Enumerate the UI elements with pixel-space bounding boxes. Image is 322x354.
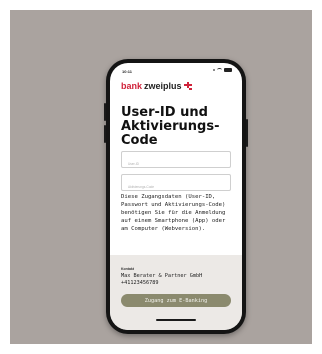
- home-indicator: [156, 319, 196, 321]
- footer: Kontakt Max Berater & Partner GmbH +4112…: [110, 255, 242, 330]
- contact-label: Kontakt: [121, 267, 135, 271]
- status-bar: 10:11: [110, 63, 242, 77]
- contact-name: Max Berater & Partner GmbH: [121, 273, 203, 279]
- power-button: [246, 119, 248, 147]
- brand-logo: bank zweiplus: [121, 81, 192, 91]
- background: 10:11 bank zweiplus User-ID und Aktivier…: [10, 10, 312, 344]
- description-text: Diese Zugangsdaten (User-ID, Passwort un…: [121, 194, 226, 232]
- status-time: 10:11: [122, 69, 133, 74]
- brand-name-part1: bank: [121, 81, 143, 91]
- page-title: User-ID und Aktivierungs-Code: [121, 105, 220, 148]
- phone-screen: 10:11 bank zweiplus User-ID und Aktivier…: [110, 63, 242, 330]
- signal-icon: [213, 69, 215, 71]
- contact-phone[interactable]: +41123456789: [121, 280, 158, 286]
- wifi-icon: [217, 68, 222, 72]
- battery-icon: [224, 68, 232, 72]
- brand-plus-icon: [183, 81, 192, 91]
- status-icons: [213, 68, 232, 72]
- volume-down-button: [104, 125, 106, 143]
- brand-name-part2: zweiplus: [144, 81, 182, 91]
- activation-code-field[interactable]: [121, 174, 231, 195]
- e-banking-access-button[interactable]: Zugang zum E-Banking: [121, 294, 231, 307]
- user-id-input[interactable]: [122, 156, 230, 172]
- phone-frame: 10:11 bank zweiplus User-ID und Aktivier…: [104, 59, 248, 334]
- user-id-field[interactable]: [121, 151, 231, 172]
- volume-up-button: [104, 103, 106, 121]
